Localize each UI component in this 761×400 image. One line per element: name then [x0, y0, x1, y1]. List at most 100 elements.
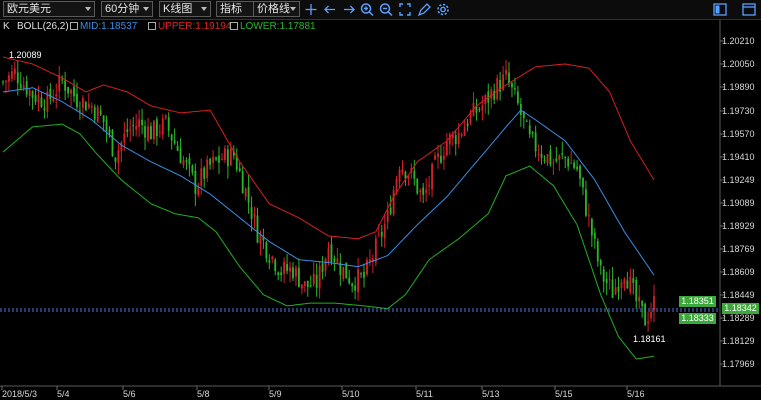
candle-body — [505, 69, 507, 75]
candle-body — [351, 283, 354, 287]
candle-body — [638, 296, 641, 302]
candle-body — [336, 258, 339, 263]
candle-body — [386, 210, 389, 223]
candle-body — [120, 142, 123, 151]
candle-body — [123, 133, 126, 143]
candle-body — [2, 81, 4, 83]
zoom-out-icon[interactable] — [378, 1, 394, 18]
candle-body — [324, 258, 327, 271]
legend-mid-item[interactable]: MID:1.18537 — [70, 20, 137, 33]
y-tick-label: 1.19730 — [722, 106, 755, 116]
candle-body — [182, 160, 185, 166]
candle-body — [13, 68, 16, 75]
candle-body — [224, 148, 226, 161]
candle-body — [81, 98, 84, 108]
y-tick-label: 1.19249 — [722, 175, 755, 185]
y-tick-label: 1.18289 — [722, 313, 755, 323]
candle-body — [34, 94, 37, 102]
candle-body — [250, 207, 253, 219]
candle-body — [614, 287, 617, 295]
crosshair-icon[interactable] — [303, 1, 319, 18]
candle-body — [620, 282, 623, 288]
y-tick-label: 1.19089 — [722, 198, 755, 208]
x-tick-label: 5/16 — [627, 389, 645, 399]
symbol-select[interactable]: 欧元美元 — [3, 1, 95, 17]
candle-body — [283, 261, 286, 274]
checkbox-icon — [230, 22, 238, 30]
candle-body — [508, 72, 510, 84]
x-tick-label: 2018/5/3 — [2, 389, 38, 399]
candle-body — [167, 117, 170, 131]
period-label: 60分钟 — [105, 3, 140, 15]
draw-pen-icon[interactable] — [416, 1, 432, 18]
candle-body — [194, 170, 197, 194]
candle-body — [64, 80, 67, 91]
candle-body — [647, 321, 649, 324]
candle-body — [176, 145, 179, 151]
candle-body — [28, 89, 31, 97]
layout-icon[interactable] — [712, 1, 728, 18]
candle-body — [218, 155, 220, 163]
candle-body — [579, 165, 581, 179]
candle-body — [152, 120, 155, 140]
candle-body — [135, 126, 138, 130]
candle-body — [590, 218, 593, 236]
arrow-left-icon[interactable] — [322, 1, 338, 18]
zoom-in-icon[interactable] — [359, 1, 375, 18]
legend-upper-item[interactable]: UPPER:1.19194 — [148, 20, 231, 33]
candle-body — [448, 133, 451, 145]
candle-body — [289, 267, 291, 272]
candle-body — [67, 86, 70, 94]
candle-body — [277, 272, 280, 276]
period-select[interactable]: 60分钟 — [101, 1, 153, 17]
candle-body — [478, 109, 481, 111]
candle-body — [111, 130, 114, 156]
low-price-label: 1.18161 — [633, 334, 666, 344]
price-tag-1: 1.18351 — [679, 296, 716, 307]
legend-lower-item[interactable]: LOWER:1.17881 — [230, 20, 316, 33]
candle-body — [141, 119, 143, 126]
candle-body — [253, 213, 256, 217]
candle-body — [244, 188, 247, 197]
chart-toolbar: 欧元美元 60分钟 K线图 指标 价格线 — [0, 0, 761, 20]
candle-body — [460, 133, 463, 136]
x-tick-label: 5/10 — [342, 389, 360, 399]
candle-body — [419, 190, 422, 193]
chart-type-select[interactable]: K线图 — [159, 1, 211, 17]
candle-body — [434, 155, 436, 160]
candle-body — [16, 72, 19, 84]
candle-body — [635, 280, 638, 301]
chevron-down-icon — [290, 7, 296, 11]
x-tick-label: 5/8 — [197, 389, 210, 399]
candle-body — [161, 118, 164, 135]
x-tick-label: 5/13 — [482, 389, 500, 399]
price-line-select[interactable]: 价格线 — [253, 1, 300, 17]
settings-icon[interactable] — [435, 1, 451, 18]
chevron-down-icon — [201, 7, 207, 11]
arrow-right-icon[interactable] — [341, 1, 357, 18]
candle-body — [185, 160, 188, 162]
candle-body — [203, 167, 206, 179]
candle-body — [108, 129, 111, 134]
candle-body — [564, 156, 567, 158]
candle-body — [309, 285, 312, 287]
candle-body — [555, 158, 558, 162]
x-axis-ticks — [1, 386, 628, 390]
legend-k: K — [3, 21, 10, 32]
fullscreen-icon[interactable] — [397, 1, 413, 18]
candle-body — [354, 285, 357, 291]
candle-body — [543, 159, 546, 161]
candle-body — [315, 274, 318, 288]
candle-body — [73, 86, 75, 97]
candle-body — [19, 83, 22, 89]
window-icon[interactable] — [741, 1, 757, 18]
candle-body — [611, 279, 614, 298]
candle-body — [84, 102, 87, 111]
indicator-label: 指标 — [220, 3, 242, 15]
candle-body — [126, 129, 129, 133]
candle-body — [516, 91, 519, 104]
legend-mid: MID:1.18537 — [80, 21, 138, 32]
candle-body — [5, 80, 7, 83]
candle-body — [40, 97, 43, 108]
candle-body — [528, 125, 531, 135]
